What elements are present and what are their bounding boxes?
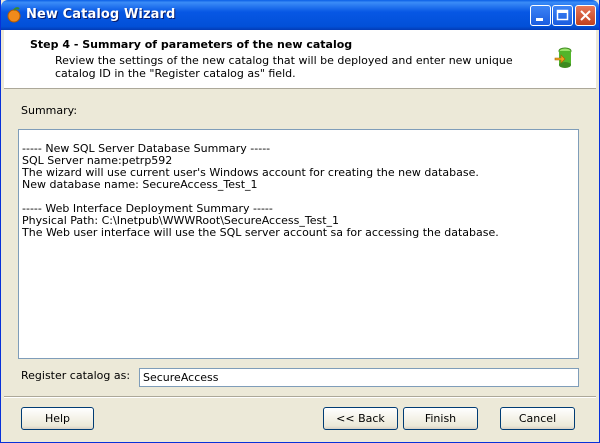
register-catalog-label: Register catalog as: [21,369,131,382]
finish-button[interactable]: Finish [403,407,478,430]
summary-line: New database name: SecureAccess_Test_1 [22,178,258,191]
help-button[interactable]: Help [21,407,94,430]
title-bar[interactable]: New Catalog Wizard [1,0,599,30]
close-button[interactable] [575,5,596,26]
register-catalog-input[interactable]: SecureAccess [139,368,579,387]
wizard-window: New Catalog Wizard Step 4 - Summary of p… [0,0,600,443]
maximize-button[interactable] [552,5,573,26]
summary-line: The Web user interface will use the SQL … [22,226,499,239]
minimize-icon [536,18,543,21]
minimize-button[interactable] [530,5,551,26]
cancel-button[interactable]: Cancel [500,407,575,430]
app-icon [7,7,21,23]
step-description: Review the settings of the new catalog t… [55,54,513,80]
window-title: New Catalog Wizard [26,7,176,22]
summary-text-area[interactable]: ----- New SQL Server Database Summary --… [18,129,579,359]
wizard-header: Step 4 - Summary of parameters of the ne… [4,30,596,89]
button-separator [4,396,596,397]
step-title: Step 4 - Summary of parameters of the ne… [30,38,353,51]
maximize-icon [556,9,569,21]
close-icon [580,10,591,21]
database-deploy-icon [554,47,572,68]
back-button[interactable]: << Back [323,407,398,430]
summary-label: Summary: [21,104,78,117]
